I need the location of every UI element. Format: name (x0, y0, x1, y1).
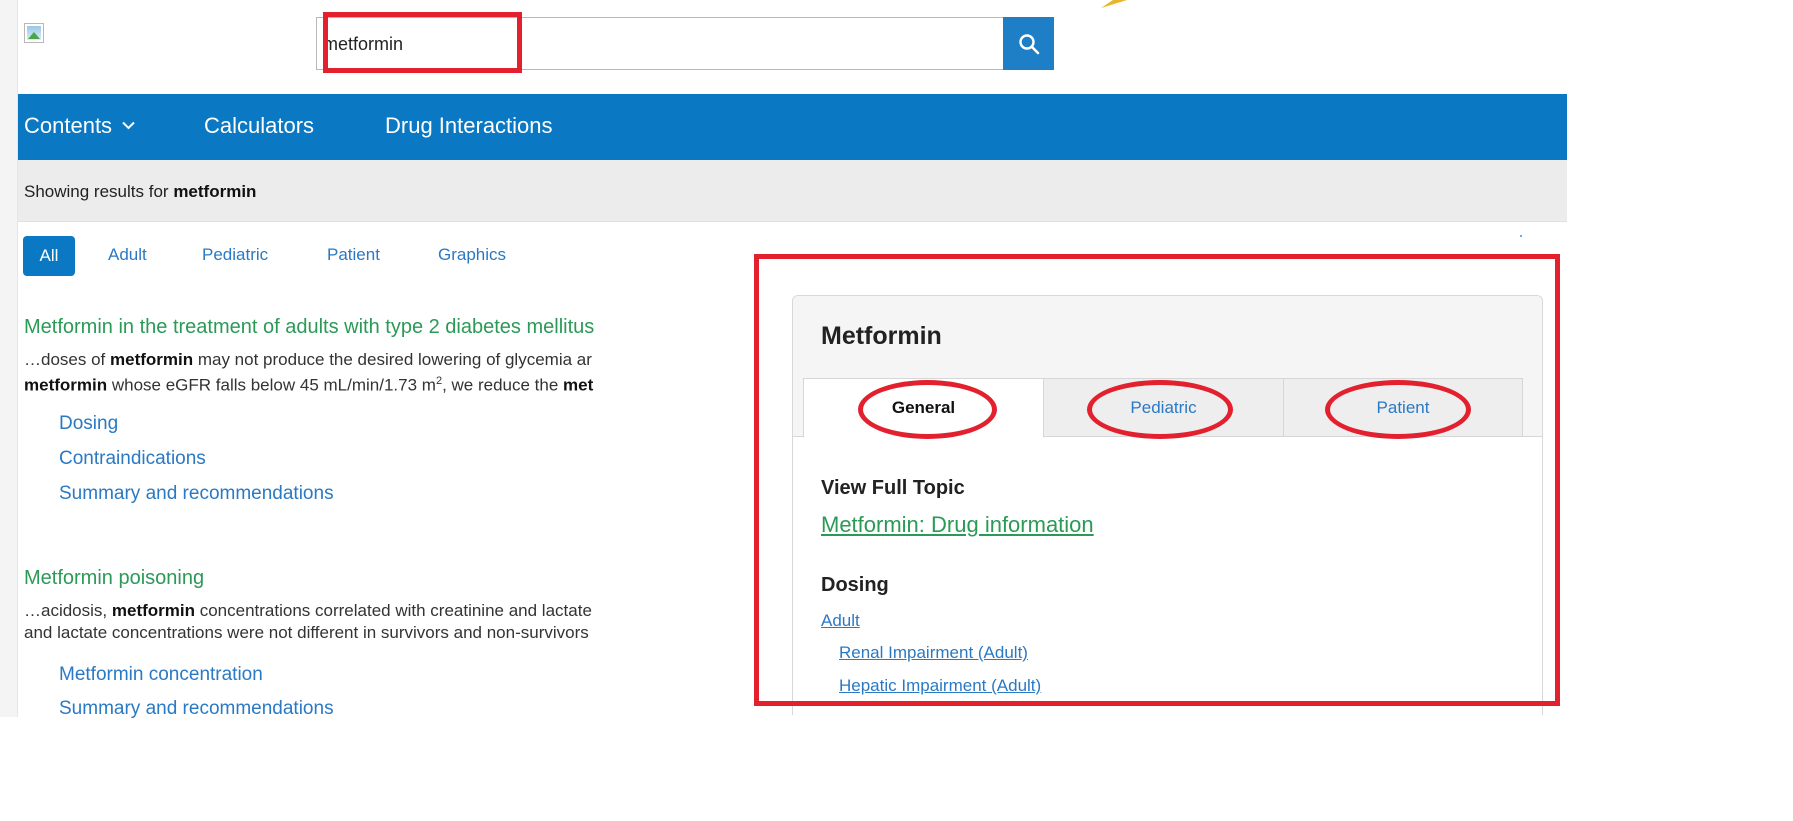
results-summary-term: metformin (173, 182, 257, 201)
result-title[interactable]: Metformin poisoning (24, 567, 204, 590)
results-summary-bar: Showing results for metformin (18, 160, 1567, 222)
decorative-dot (1520, 235, 1522, 237)
main-nav: Contents Calculators Drug Interactions (18, 94, 1567, 160)
broken-image-icon (24, 23, 44, 43)
filter-adult[interactable]: Adult (108, 245, 147, 265)
nav-contents-label: Contents (24, 113, 113, 138)
search-box (316, 17, 1054, 70)
result-title[interactable]: Metformin in the treatment of adults wit… (24, 316, 594, 339)
left-edge-strip (0, 0, 18, 717)
results-summary: Showing results for metformin (24, 182, 256, 202)
search-button[interactable] (1003, 17, 1054, 70)
filter-pediatric[interactable]: Pediatric (202, 245, 268, 265)
chevron-down-icon (122, 121, 135, 130)
result-section-link[interactable]: Dosing (59, 413, 118, 435)
filter-patient[interactable]: Patient (327, 245, 380, 265)
result-section-link[interactable]: Contraindications (59, 448, 206, 470)
arrow-annotation (1101, 0, 1127, 8)
filter-all[interactable]: All (23, 236, 75, 276)
result-section-link[interactable]: Summary and recommendations (59, 698, 334, 720)
result-snippet-line: …doses of metformin may not produce the … (24, 350, 592, 369)
search-input[interactable] (323, 26, 1003, 62)
filter-graphics[interactable]: Graphics (438, 245, 506, 265)
panel-highlight-box (754, 254, 1560, 706)
nav-contents[interactable]: Contents (24, 113, 135, 139)
search-icon (1018, 33, 1039, 54)
nav-drug-interactions[interactable]: Drug Interactions (385, 113, 553, 139)
results-summary-prefix: Showing results for (24, 182, 169, 201)
result-snippet-line: …acidosis, metformin concentrations corr… (24, 601, 592, 620)
nav-calculators[interactable]: Calculators (204, 113, 314, 139)
result-section-link[interactable]: Summary and recommendations (59, 483, 334, 505)
result-section-link[interactable]: Metformin concentration (59, 664, 263, 686)
result-snippet-line: and lactate concentrations were not diff… (24, 623, 589, 642)
result-snippet-line: metformin whose eGFR falls below 45 mL/m… (24, 375, 594, 395)
